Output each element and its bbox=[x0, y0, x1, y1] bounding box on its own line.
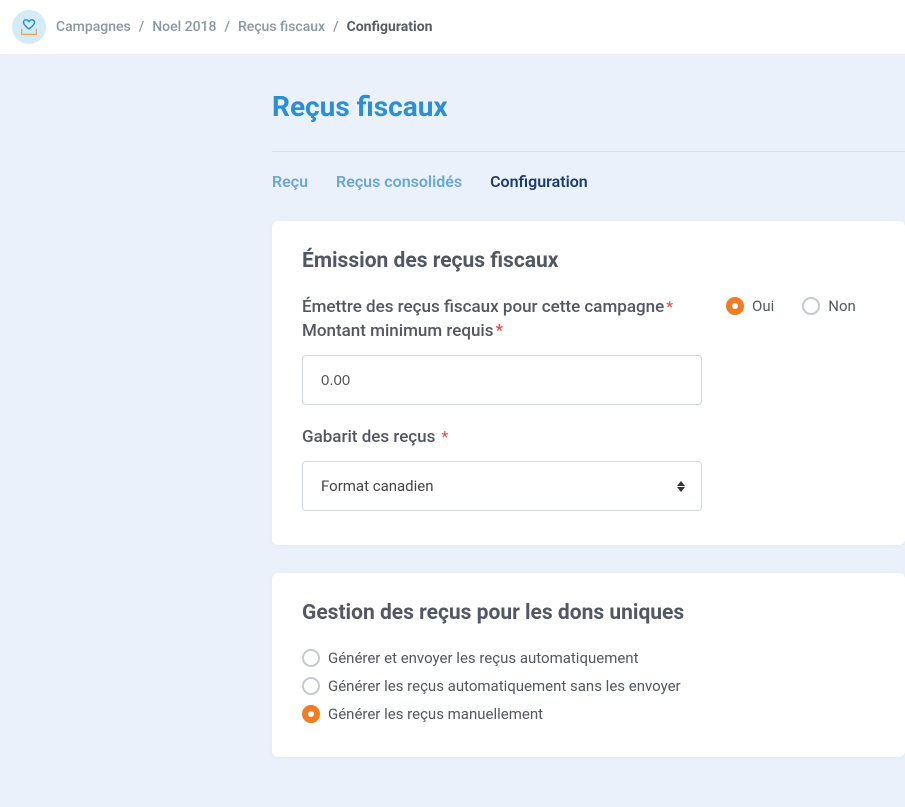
emit-radio-yes-label: Oui bbox=[752, 297, 774, 315]
radio-icon bbox=[302, 649, 320, 667]
page-title: Reçus fiscaux bbox=[272, 90, 905, 123]
gestion-option-manual[interactable]: Générer les reçus manuellement bbox=[302, 705, 875, 723]
gestion-option-auto-send[interactable]: Générer et envoyer les reçus automatique… bbox=[302, 649, 875, 667]
breadcrumb-noel2018[interactable]: Noel 2018 bbox=[152, 19, 216, 35]
emit-label: Émettre des reçus fiscaux pour cette cam… bbox=[302, 297, 664, 317]
min-amount-label: Montant minimum requis bbox=[302, 321, 494, 341]
card-emission: Émission des reçus fiscaux Émettre des r… bbox=[272, 221, 905, 545]
card-gestion: Gestion des reçus pour les dons uniques … bbox=[272, 573, 905, 757]
gestion-option-label: Générer et envoyer les reçus automatique… bbox=[328, 649, 639, 667]
gestion-option-label: Générer les reçus automatiquement sans l… bbox=[328, 677, 681, 695]
tab-recus-consolides[interactable]: Reçus consolidés bbox=[336, 172, 462, 191]
radio-icon bbox=[302, 705, 320, 723]
breadcrumb: Campagnes / Noel 2018 / Reçus fiscaux / … bbox=[56, 19, 432, 35]
tabs: Reçu Reçus consolidés Configuration bbox=[272, 172, 905, 191]
select-arrows-icon bbox=[677, 478, 687, 494]
emit-radio-no[interactable]: Non bbox=[802, 297, 856, 315]
app-logo[interactable] bbox=[12, 10, 46, 44]
card-gestion-title: Gestion des reçus pour les dons uniques bbox=[302, 601, 875, 625]
breadcrumb-campagnes[interactable]: Campagnes bbox=[56, 19, 131, 35]
emit-radio-no-label: Non bbox=[828, 297, 856, 315]
tab-recu[interactable]: Reçu bbox=[272, 172, 308, 191]
divider bbox=[272, 151, 905, 152]
emit-radio-yes[interactable]: Oui bbox=[726, 297, 774, 315]
required-marker: * bbox=[666, 297, 673, 316]
breadcrumb-sep: / bbox=[333, 19, 338, 35]
radio-icon bbox=[802, 297, 820, 315]
breadcrumb-sep: / bbox=[224, 19, 229, 35]
breadcrumb-active: Configuration bbox=[347, 19, 433, 35]
required-marker: * bbox=[496, 321, 504, 341]
required-marker: * bbox=[437, 427, 448, 446]
heart-box-icon bbox=[18, 16, 40, 38]
tab-configuration[interactable]: Configuration bbox=[490, 172, 588, 191]
template-select[interactable]: Format canadien bbox=[302, 461, 702, 511]
radio-icon bbox=[726, 297, 744, 315]
breadcrumb-recus[interactable]: Reçus fiscaux bbox=[238, 19, 325, 35]
min-amount-input[interactable] bbox=[302, 355, 702, 405]
gestion-option-label: Générer les reçus manuellement bbox=[328, 705, 543, 723]
radio-icon bbox=[302, 677, 320, 695]
breadcrumb-sep: / bbox=[139, 19, 144, 35]
card-emission-title: Émission des reçus fiscaux bbox=[302, 249, 875, 273]
gestion-option-auto-nosend[interactable]: Générer les reçus automatiquement sans l… bbox=[302, 677, 875, 695]
template-select-value: Format canadien bbox=[321, 477, 434, 495]
template-label: Gabarit des reçus bbox=[302, 427, 435, 447]
